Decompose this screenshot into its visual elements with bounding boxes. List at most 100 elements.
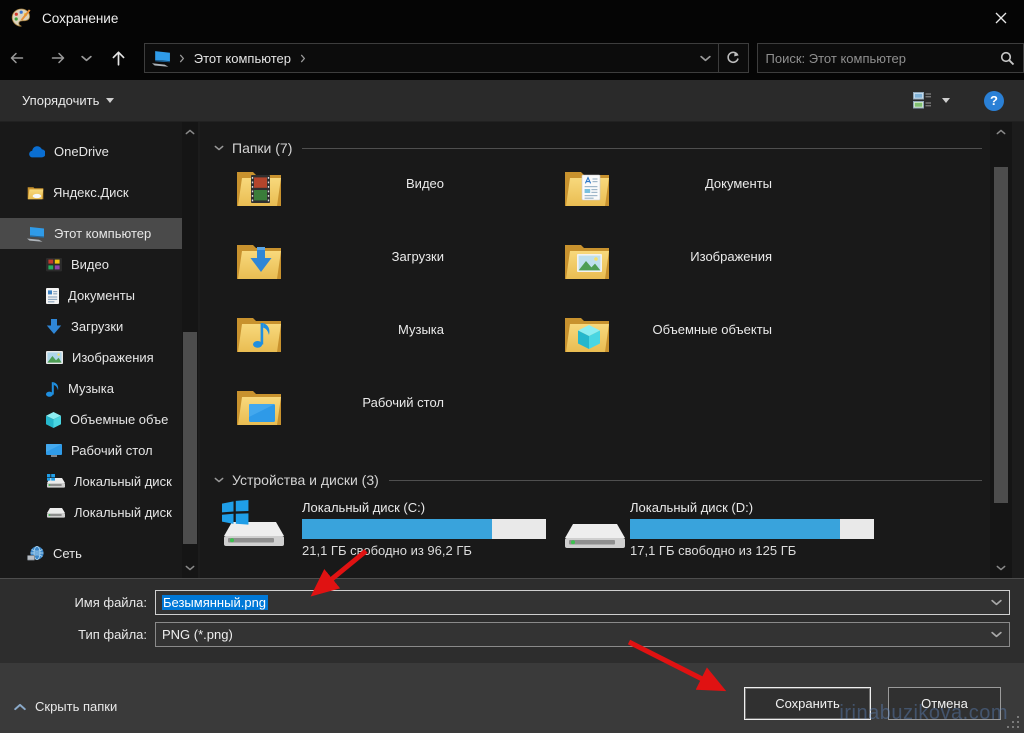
- sidebar-item-desktop[interactable]: Рабочий стол: [0, 435, 182, 466]
- group-header-label: Папки (7): [232, 140, 293, 156]
- scrollbar-thumb[interactable]: [994, 167, 1008, 503]
- folder-label: Объемные объекты: [652, 322, 772, 337]
- chevron-down-icon: [700, 55, 711, 61]
- documents-folder-icon: [565, 172, 609, 206]
- address-dropdown-button[interactable]: [694, 44, 718, 72]
- help-button[interactable]: ?: [984, 90, 1004, 111]
- filetype-value: PNG (*.png): [162, 626, 233, 642]
- this-pc-icon: [151, 50, 170, 67]
- sidebar-item-local-disk-d[interactable]: Локальный диск: [0, 497, 182, 528]
- filetype-select[interactable]: PNG (*.png): [155, 621, 1010, 647]
- drive-c-icon: [222, 500, 284, 546]
- scroll-down-icon[interactable]: [990, 560, 1012, 576]
- refresh-button[interactable]: [717, 44, 748, 72]
- folder-label: Изображения: [690, 249, 772, 264]
- sidebar-item-label: Этот компьютер: [54, 226, 152, 241]
- chevron-down-icon[interactable]: [991, 631, 1002, 638]
- collapse-chevron-icon[interactable]: [214, 145, 224, 151]
- folder-3d-objects[interactable]: Объемные объекты: [563, 312, 873, 354]
- sidebar-item-documents[interactable]: Документы: [0, 280, 182, 311]
- folder-documents[interactable]: Документы: [563, 166, 873, 208]
- drive-free-space: 21,1 ГБ свободно из 96,2 ГБ: [302, 543, 472, 558]
- onedrive-cloud-icon: [29, 146, 45, 158]
- forward-button[interactable]: [42, 43, 76, 73]
- drive-usage-bar: [302, 519, 546, 539]
- 3d-objects-icon: [46, 411, 61, 428]
- navigation-bar: Этот компьютер Поиск: Этот компьютер: [0, 36, 1024, 80]
- back-button[interactable]: [0, 43, 34, 73]
- group-header-label: Устройства и диски (3): [232, 472, 379, 488]
- sidebar-item-local-disk-c[interactable]: Локальный диск: [0, 466, 182, 497]
- save-dialog-window: Сохранение Этот компьютер Поиск: Этот ко…: [0, 0, 1024, 733]
- filename-value: Безымянный.png: [162, 594, 269, 610]
- refresh-icon: [727, 51, 739, 64]
- toolbar-right-group: ?: [913, 90, 1024, 111]
- command-toolbar: Упорядочить ?: [0, 80, 1024, 122]
- collapse-chevron-icon[interactable]: [214, 477, 224, 483]
- back-arrow-icon: [11, 52, 24, 64]
- sidebar-item-label: Объемные объе: [70, 412, 169, 427]
- folder-music[interactable]: Музыка: [235, 312, 545, 354]
- resize-grip[interactable]: [1007, 716, 1021, 730]
- sidebar-item-label: Загрузки: [71, 319, 124, 334]
- sidebar-item-this-pc[interactable]: Этот компьютер: [0, 218, 182, 249]
- folders-group-header[interactable]: Папки (7): [214, 138, 982, 158]
- folder-pictures[interactable]: Изображения: [563, 239, 873, 281]
- search-input[interactable]: Поиск: Этот компьютер: [756, 43, 1024, 73]
- chevron-down-icon[interactable]: [991, 599, 1002, 606]
- sidebar-item-label: Музыка: [68, 381, 114, 396]
- drive-d-item[interactable]: [562, 514, 628, 556]
- chevron-right-icon: [179, 54, 184, 62]
- close-button[interactable]: [978, 0, 1024, 36]
- sidebar-item-3d-objects[interactable]: Объемные объе: [0, 404, 182, 435]
- folder-desktop[interactable]: Рабочий стол: [235, 385, 545, 427]
- close-icon: [995, 12, 1007, 24]
- filetype-row: Тип файла: PNG (*.png): [0, 621, 1024, 647]
- save-button-label: Сохранить: [775, 696, 840, 711]
- sidebar-item-onedrive[interactable]: OneDrive: [0, 136, 182, 167]
- downloads-icon: [46, 319, 62, 334]
- drive-c-item[interactable]: [218, 498, 288, 556]
- filename-input[interactable]: Безымянный.png: [155, 589, 1010, 615]
- sidebar-item-downloads[interactable]: Загрузки: [0, 311, 182, 342]
- address-bar[interactable]: Этот компьютер: [143, 43, 749, 73]
- hide-folders-label: Скрыть папки: [35, 699, 118, 714]
- folder-label: Видео: [406, 176, 444, 191]
- sidebar-item-network[interactable]: Сеть: [0, 538, 182, 569]
- hide-folders-button[interactable]: Скрыть папки: [14, 699, 117, 714]
- view-list-icon: [913, 92, 931, 109]
- sidebar-item-label: Документы: [68, 288, 136, 303]
- devices-group-header[interactable]: Устройства и диски (3): [214, 470, 982, 490]
- recent-locations-button[interactable]: [76, 43, 98, 73]
- 3d-objects-folder-icon: [565, 318, 609, 352]
- up-button[interactable]: [102, 43, 136, 73]
- up-arrow-icon: [112, 51, 125, 66]
- caret-down-icon: [106, 98, 115, 103]
- scroll-down-icon[interactable]: [182, 560, 198, 576]
- sidebar-item-pictures[interactable]: Изображения: [0, 342, 182, 373]
- search-icon[interactable]: [1000, 51, 1015, 66]
- folder-label: Музыка: [398, 322, 444, 337]
- organize-button[interactable]: Упорядочить: [22, 93, 115, 108]
- drive-c-details[interactable]: Локальный диск (C:) 21,1 ГБ свободно из …: [302, 500, 562, 558]
- file-fields-panel: Имя файла: Безымянный.png Тип файла: PNG…: [0, 578, 1024, 663]
- scroll-up-icon[interactable]: [990, 124, 1012, 140]
- folder-downloads[interactable]: Загрузки: [235, 239, 545, 281]
- scrollbar-thumb[interactable]: [183, 332, 197, 544]
- sidebar-item-label: Яндекс.Диск: [53, 185, 129, 200]
- breadcrumb[interactable]: Этот компьютер: [194, 51, 291, 66]
- sidebar-item-label: Локальный диск: [74, 505, 172, 520]
- sidebar-item-music[interactable]: Музыка: [0, 373, 182, 404]
- sidebar-scrollbar[interactable]: [182, 122, 198, 578]
- drive-d-details[interactable]: Локальный диск (D:) 17,1 ГБ свободно из …: [630, 500, 890, 558]
- dialog-footer: Скрыть папки Сохранить Отмена irinabuzik…: [0, 663, 1024, 733]
- folder-videos[interactable]: Видео: [235, 166, 545, 208]
- caret-down-icon: [942, 98, 950, 103]
- change-view-button[interactable]: [913, 92, 950, 109]
- sidebar-item-videos[interactable]: Видео: [0, 249, 182, 280]
- drive-name: Локальный диск (D:): [630, 500, 754, 515]
- file-list-area: Папки (7) Видео Документы Загрузки Изобр…: [200, 122, 990, 578]
- scroll-up-icon[interactable]: [182, 124, 198, 140]
- sidebar-item-yandex-disk[interactable]: Яндекс.Диск: [0, 177, 182, 208]
- content-scrollbar[interactable]: [990, 122, 1012, 578]
